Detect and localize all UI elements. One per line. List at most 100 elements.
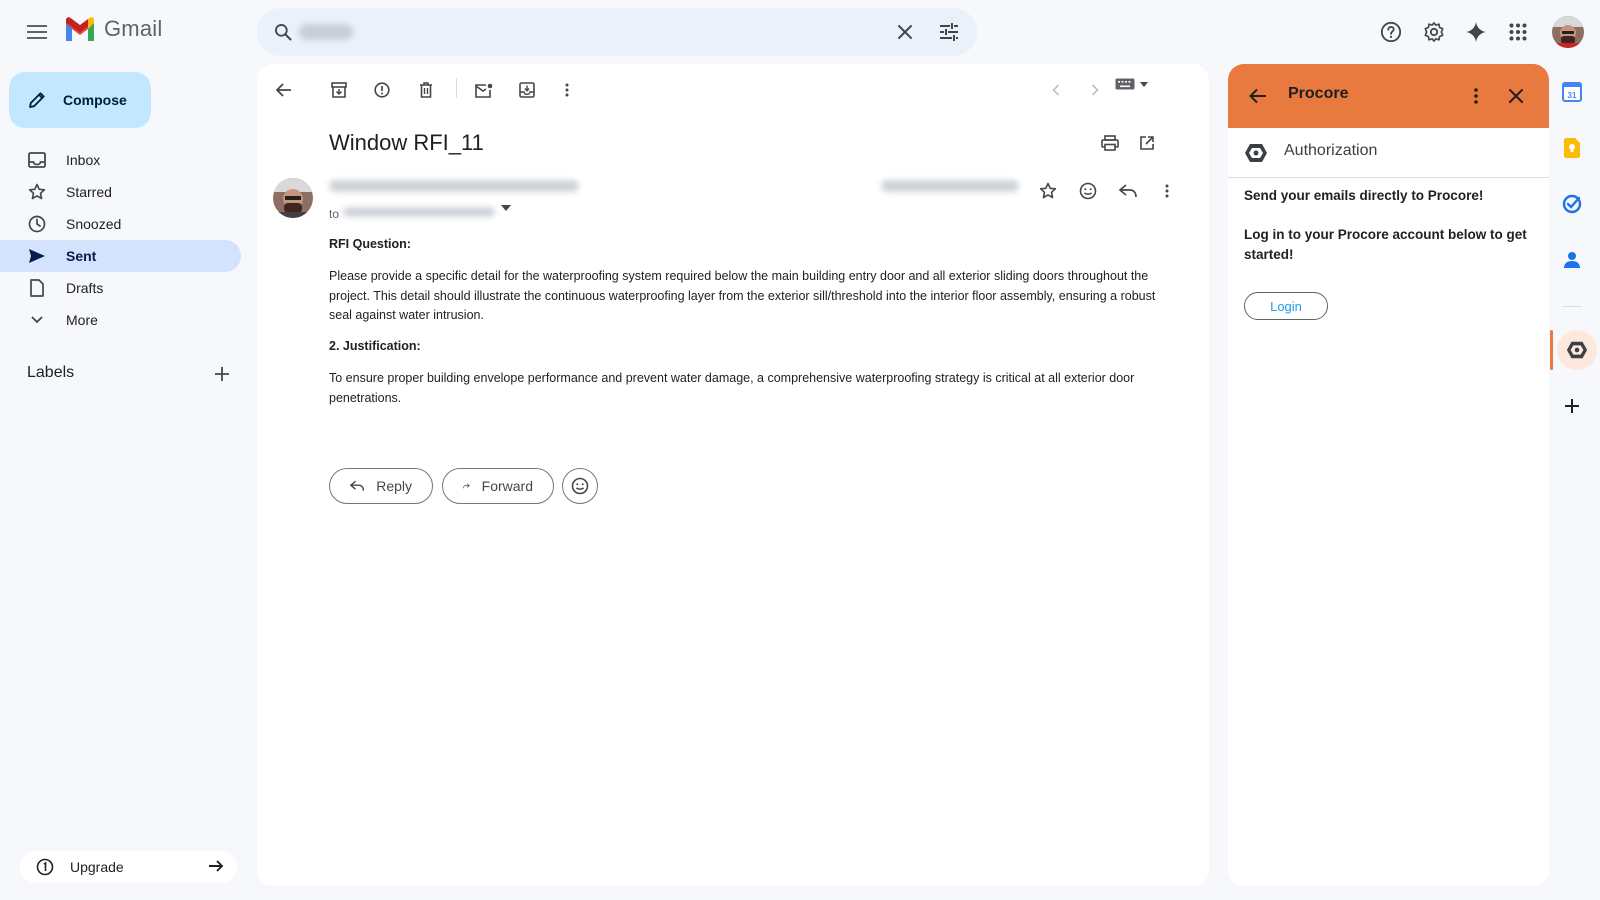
procore-addon-icon-wrap[interactable] [1561,334,1593,366]
tasks-icon [1562,194,1582,214]
recipient-details-toggle[interactable] [501,205,511,211]
sidebar-item-inbox[interactable]: Inbox [0,144,241,176]
chevron-down-icon [28,311,46,329]
forward-label: Forward [481,478,533,494]
add-reaction-button[interactable] [1068,171,1108,211]
search-button[interactable] [263,12,303,52]
search-input[interactable] [309,20,869,44]
mark-unread-icon [475,83,493,98]
labels-heading: Labels [27,364,75,381]
upgrade-label: Upgrade [70,859,124,875]
help-icon [1380,21,1402,43]
sidebar-item-sent[interactable]: Sent [0,240,241,272]
plus-icon [1565,399,1579,413]
more-actions-button[interactable] [547,70,587,110]
input-tools-button[interactable] [1115,78,1148,90]
email-subject: Window RFI_11 [329,130,484,155]
contacts-icon [1564,252,1580,268]
recipient-prefix: to [329,207,340,221]
open-new-window-button[interactable] [1127,123,1167,163]
account-avatar[interactable] [1552,16,1584,48]
back-button[interactable] [264,70,304,110]
gemini-button[interactable] [1456,12,1496,52]
caret-down-icon [1140,81,1148,87]
sender-avatar[interactable] [273,178,313,218]
reply-button[interactable]: Reply [329,468,433,504]
mark-unread-button[interactable] [464,70,504,110]
recipient-redacted [343,207,495,217]
addon-header: Procore [1228,64,1549,128]
pencil-icon [29,92,45,108]
close-icon [898,25,912,39]
move-to-button[interactable] [507,70,547,110]
main-menu-button[interactable] [17,12,57,52]
sidebar-item-starred[interactable]: Starred [0,176,241,208]
search-bar[interactable] [257,8,977,56]
support-button[interactable] [1371,12,1411,52]
addon-close-button[interactable] [1496,76,1536,116]
older-button[interactable] [1075,70,1115,110]
sidebar-item-label: Snoozed [66,216,122,232]
sidebar-item-drafts[interactable]: Drafts [0,272,241,304]
sidebar-item-label: Inbox [66,152,101,168]
sparkle-icon [1466,22,1486,42]
arrow-left-icon [276,83,291,97]
delete-button[interactable] [406,70,446,110]
compose-button[interactable]: Compose [9,72,151,128]
addon-intro-text: Send your emails directly to Procore! [1244,188,1484,203]
archive-button[interactable] [319,70,359,110]
sidebar-item-label: Starred [66,184,112,200]
addon-more-button[interactable] [1456,76,1496,116]
upgrade-button[interactable]: Upgrade [20,851,237,883]
trash-icon [420,82,432,98]
sidebar-item-label: Drafts [66,280,104,296]
tasks-addon[interactable] [1556,188,1588,220]
svg-text:31: 31 [1568,91,1577,100]
addon-back-button[interactable] [1238,76,1278,116]
open-in-new-icon [1140,136,1154,150]
authorization-label: Authorization [1284,142,1378,159]
emoji-icon [571,477,589,495]
caret-down-icon [501,205,511,211]
star-button[interactable] [1028,171,1068,211]
report-spam-button[interactable] [362,70,402,110]
settings-button[interactable] [1414,12,1454,52]
forward-button[interactable]: Forward [442,468,554,504]
email-view: Window RFI_11 to RFI Question: Please pr… [257,64,1209,886]
more-vert-icon [1474,88,1478,104]
google-apps-button[interactable] [1498,12,1538,52]
procore-logo-icon [1245,144,1267,162]
login-button[interactable]: Login [1244,292,1328,320]
contacts-addon[interactable] [1556,244,1588,276]
app-name: Gmail [104,16,163,41]
print-icon [1101,135,1119,151]
chevron-left-icon [1052,84,1060,96]
keep-icon [1564,138,1580,158]
more-vert-icon [1165,184,1169,198]
clear-search-button[interactable] [885,12,925,52]
plus-icon [215,367,229,381]
print-button[interactable] [1090,123,1130,163]
inbox-icon [28,151,46,169]
calendar-addon[interactable]: 31 [1556,76,1588,108]
keyboard-icon [1115,78,1135,90]
addon-login-prompt: Log in to your Procore account below to … [1244,227,1527,262]
spam-icon [374,82,390,98]
create-label-button[interactable] [202,354,242,394]
newer-button[interactable] [1036,70,1076,110]
reply-icon [1119,184,1137,198]
more-vert-icon [565,83,569,97]
react-emoji-button[interactable] [562,468,598,504]
get-addons-button[interactable] [1556,390,1588,422]
search-options-button[interactable] [929,12,969,52]
message-more-button[interactable] [1147,171,1187,211]
rail-divider [1562,306,1582,307]
sidebar-item-snoozed[interactable]: Snoozed [0,208,241,240]
sidebar-item-more[interactable]: More [0,304,241,336]
keep-addon[interactable] [1556,132,1588,164]
reply-icon-button[interactable] [1108,171,1148,211]
calendar-icon: 31 [1562,82,1582,102]
gmail-m-icon [66,17,94,41]
gmail-logo[interactable]: Gmail [64,16,162,42]
search-icon [275,24,292,41]
